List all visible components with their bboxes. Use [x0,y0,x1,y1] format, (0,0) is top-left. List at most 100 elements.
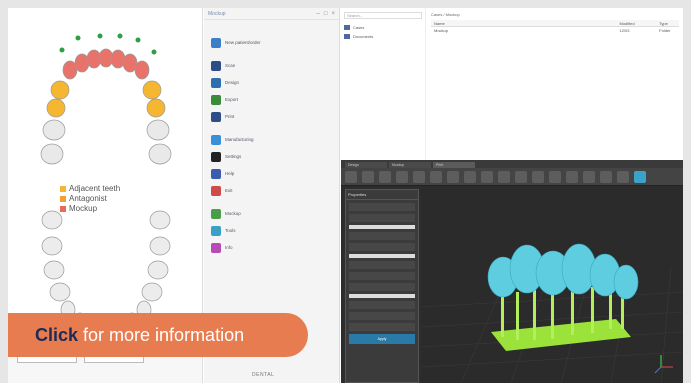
tool-icon[interactable] [447,170,459,183]
marker-dot [59,47,65,53]
panel-row[interactable] [349,261,415,269]
nav-item-documents[interactable]: Documents [344,32,422,41]
menu-item-new[interactable]: New patient/order [204,34,339,51]
tooth[interactable] [43,260,65,280]
folder-icon [344,25,350,30]
menu-item-label: Manufacturing [225,137,254,142]
cell-name: Mockup [434,28,449,33]
close-icon[interactable]: × [331,11,335,17]
active-tool-icon[interactable] [634,170,646,183]
menu-header: Mockup – □ × [204,8,339,20]
minimize-icon[interactable]: – [317,11,320,17]
tool-icon[interactable] [379,170,391,183]
footer-field-1[interactable] [17,356,77,363]
cta-text: for more information [83,324,245,345]
tab-print[interactable]: Print [433,162,475,168]
nav-item-cases[interactable]: Cases [344,23,422,32]
menu-item-mockup[interactable]: Mockup [204,205,339,222]
legend-item-adjacent: Adjacent teeth [60,184,120,194]
tool-icon[interactable] [549,170,561,183]
tooth[interactable] [141,282,163,302]
exit-icon [211,185,221,196]
column-name[interactable]: Name [431,21,619,26]
column-type[interactable]: Type [659,21,679,26]
menu-item-help[interactable]: Help [204,165,339,182]
tool-icon[interactable] [498,170,510,183]
maximize-icon[interactable]: □ [324,11,328,17]
panel-row[interactable] [349,323,415,331]
panel-title: Properties [346,190,418,200]
page-root: Adjacent teeth Antagonist Mockup Mockup [0,0,691,383]
menu-item-export[interactable]: Export [204,91,339,108]
tools-icon [211,225,221,236]
footer-field-2[interactable] [84,356,145,363]
tool-icon[interactable] [345,170,357,183]
tooth[interactable] [40,143,64,165]
apply-button[interactable]: Apply [349,334,415,344]
tool-icon[interactable] [362,170,374,183]
panel-row[interactable] [349,203,415,211]
marker-dot [117,33,123,39]
tool-icon[interactable] [566,170,578,183]
tool-icon[interactable] [532,170,544,183]
tooth-adjacent[interactable] [142,80,162,100]
tooth[interactable] [41,236,63,256]
tooth-adjacent[interactable] [146,98,166,118]
tooth[interactable] [148,143,172,165]
menu-item-scan[interactable]: Scan [204,57,339,74]
tooth[interactable] [146,119,170,141]
panel-slider[interactable] [349,254,415,258]
tooth-adjacent[interactable] [46,98,66,118]
file-browser: Search... Cases Documents Cases / Mockup… [341,8,683,160]
tool-icon[interactable] [481,170,493,183]
panel-row[interactable] [349,283,415,291]
menu-item-label: Mockup [225,211,241,216]
tool-icon[interactable] [600,170,612,183]
column-modified[interactable]: Modified [619,21,659,26]
file-search-input[interactable]: Search... [344,12,422,19]
panel-row[interactable] [349,312,415,320]
tooth[interactable] [41,210,63,230]
tool-icon[interactable] [396,170,408,183]
tooth[interactable] [42,119,66,141]
tooth-mockup[interactable] [134,60,150,80]
menu-item-exit[interactable]: Exit [204,182,339,199]
panel-slider[interactable] [349,294,415,298]
panel-row[interactable] [349,272,415,280]
nav-label: Documents [353,34,374,39]
brand-logo: DENTAL [252,372,275,378]
tooth[interactable] [149,210,171,230]
panel-row[interactable] [349,214,415,222]
tooth[interactable] [147,260,169,280]
tab-mockup[interactable]: Mockup [389,162,431,168]
tool-icon[interactable] [583,170,595,183]
tool-icon[interactable] [515,170,527,183]
table-row[interactable]: Mockup 12/03 Folder [431,27,679,34]
tooth[interactable] [149,236,171,256]
menu-item-design[interactable]: Design [204,74,339,91]
menu-item-manufacturing[interactable]: Manufacturing [204,131,339,148]
menu-item-info[interactable]: Info [204,239,339,256]
legend-label-adjacent: Adjacent teeth [69,184,121,193]
tooth-adjacent[interactable] [50,80,70,100]
panel-slider[interactable] [349,225,415,229]
tool-icon[interactable] [464,170,476,183]
tab-design[interactable]: Design [345,162,387,168]
panel-row[interactable] [349,243,415,251]
menu-item-print[interactable]: Print [204,108,339,125]
tool-icon[interactable] [413,170,425,183]
menu-item-settings[interactable]: Settings [204,148,339,165]
tool-icon[interactable] [430,170,442,183]
tool-icon[interactable] [617,170,629,183]
tooth[interactable] [49,282,71,302]
menu-item-tools[interactable]: Tools [204,222,339,239]
menu-item-label: Info [225,245,233,250]
app-tabs: Design Mockup Print [341,160,683,168]
menu-item-label: Export [225,97,239,102]
print-icon [211,111,221,122]
panel-row[interactable] [349,232,415,240]
panel-row[interactable] [349,301,415,309]
3d-scene[interactable] [421,187,683,383]
legend-label-antagonist: Antagonist [69,194,107,203]
more-info-banner[interactable]: Click for more information [8,313,308,357]
